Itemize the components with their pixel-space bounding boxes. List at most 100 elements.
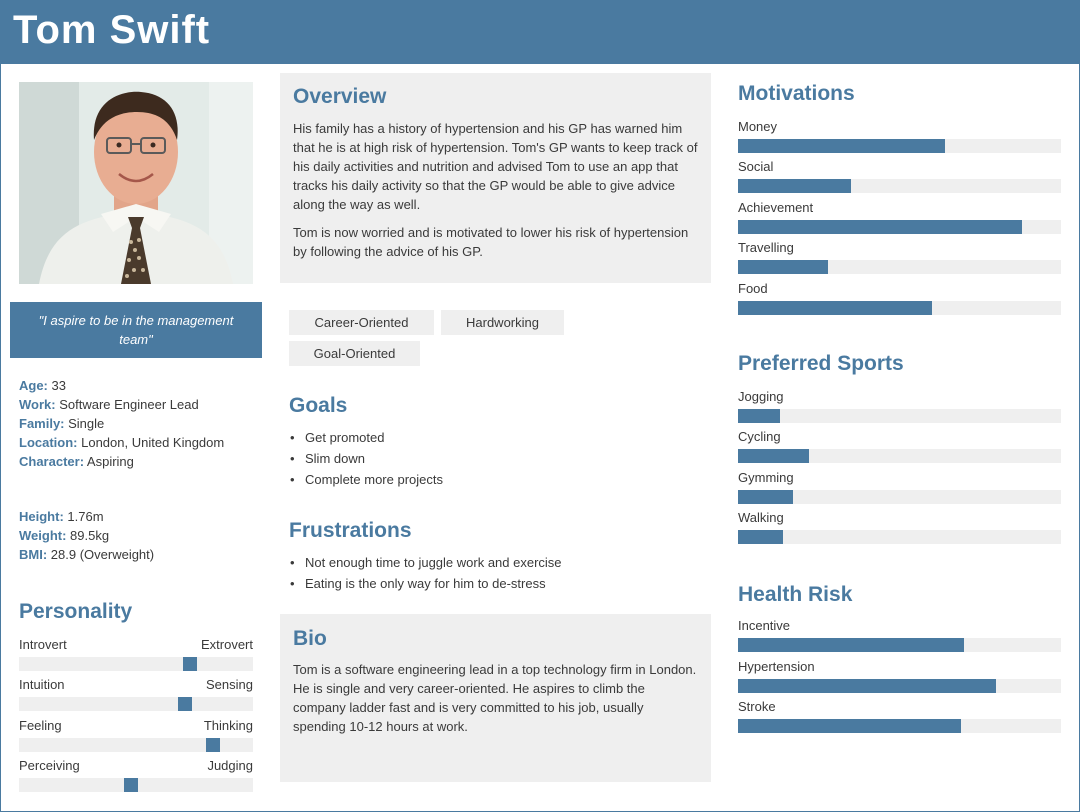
- header-banner: Tom Swift: [0, 0, 1080, 64]
- family-value: Single: [64, 416, 105, 431]
- bar-fill: [738, 260, 828, 274]
- personality-trait: Feeling Thinking: [19, 718, 253, 752]
- profile-age: Age: 33: [19, 376, 224, 395]
- body-stats: Height: 1.76m Weight: 89.5kg BMI: 28.9 (…: [19, 507, 154, 564]
- trait-right-label: Extrovert: [200, 637, 253, 652]
- bmi-value: 28.9 (Overweight): [47, 547, 155, 562]
- stat-height: Height: 1.76m: [19, 507, 154, 526]
- trait-left-label: Feeling: [19, 718, 62, 733]
- bio-title: Bio: [293, 627, 327, 650]
- weight-value: 89.5kg: [66, 528, 110, 543]
- trait-tag: Goal-Oriented: [289, 341, 420, 366]
- bar-label: Cycling: [738, 429, 781, 444]
- trait-marker: [206, 738, 220, 752]
- bar-label: Social: [738, 159, 774, 174]
- sport-bar: Jogging: [738, 389, 1061, 423]
- trait-track: [19, 697, 253, 711]
- trait-marker: [178, 697, 192, 711]
- persona-quote: "I aspire to be in the management team": [10, 302, 262, 358]
- bar-track: [738, 530, 1061, 544]
- trait-left-label: Perceiving: [19, 758, 80, 773]
- trait-track: [19, 657, 253, 671]
- sport-bar: Walking: [738, 510, 1061, 544]
- health-risk-title: Health Risk: [738, 583, 853, 606]
- profile-details: Age: 33 Work: Software Engineer Lead Fam…: [19, 376, 224, 471]
- bar-label: Gymming: [738, 470, 794, 485]
- trait-right-label: Judging: [207, 758, 253, 773]
- profile-character: Character: Aspiring: [19, 452, 224, 471]
- frustrations-title: Frustrations: [289, 519, 412, 542]
- persona-name: Tom Swift: [13, 8, 211, 52]
- location-label: Location:: [19, 435, 78, 450]
- height-value: 1.76m: [63, 509, 104, 524]
- character-value: Aspiring: [84, 454, 134, 469]
- goal-item: Slim down: [289, 448, 443, 469]
- age-label: Age:: [19, 378, 48, 393]
- bar-label: Achievement: [738, 200, 814, 215]
- personality-title: Personality: [19, 600, 133, 623]
- work-label: Work:: [19, 397, 56, 412]
- bar-fill: [738, 490, 793, 504]
- health-risk-bar: Stroke: [738, 699, 1061, 733]
- bar-label: Stroke: [738, 699, 776, 714]
- persona-photo: [19, 82, 253, 284]
- personality-trait: Introvert Extrovert: [19, 637, 253, 671]
- bar-fill: [738, 220, 1022, 234]
- profile-work: Work: Software Engineer Lead: [19, 395, 224, 414]
- weight-label: Weight:: [19, 528, 67, 543]
- sport-bar: Gymming: [738, 470, 1061, 504]
- trait-tag: Hardworking: [441, 310, 564, 335]
- bar-fill: [738, 409, 780, 423]
- trait-right-label: Sensing: [206, 677, 253, 692]
- overview-panel: Overview His family has a history of hyp…: [280, 73, 711, 283]
- trait-marker: [124, 778, 138, 792]
- profile-family: Family: Single: [19, 414, 224, 433]
- bar-fill: [738, 139, 945, 153]
- trait-marker: [183, 657, 197, 671]
- bar-label: Money: [738, 119, 778, 134]
- age-value: 33: [47, 378, 66, 393]
- frustrations-list: Not enough time to juggle work and exerc…: [289, 552, 562, 594]
- overview-title: Overview: [293, 85, 387, 108]
- trait-left-label: Introvert: [19, 637, 67, 652]
- bar-fill: [738, 679, 996, 693]
- personality-trait: Intuition Sensing: [19, 677, 253, 711]
- bio-panel: Bio Tom is a software engineering lead i…: [280, 614, 711, 782]
- health-risk-bar: Hypertension: [738, 659, 1061, 693]
- motivation-bar: Travelling: [738, 240, 1061, 274]
- stat-weight: Weight: 89.5kg: [19, 526, 154, 545]
- bmi-label: BMI:: [19, 547, 48, 562]
- bar-fill: [738, 638, 964, 652]
- motivation-bar: Food: [738, 281, 1061, 315]
- bio-text: Tom is a software engineering lead in a …: [293, 662, 697, 734]
- location-value: London, United Kingdom: [77, 435, 225, 450]
- motivation-bar: Social: [738, 159, 1061, 193]
- bar-label: Travelling: [738, 240, 794, 255]
- frustration-item: Not enough time to juggle work and exerc…: [289, 552, 562, 573]
- personality-trait: Perceiving Judging: [19, 758, 253, 792]
- sports-title: Preferred Sports: [738, 352, 904, 375]
- bar-fill: [738, 719, 961, 733]
- bar-fill: [738, 449, 809, 463]
- motivations-title: Motivations: [738, 82, 855, 105]
- motivation-bar: Money: [738, 119, 1061, 153]
- goals-list: Get promoted Slim down Complete more pro…: [289, 427, 443, 490]
- trait-left-label: Intuition: [19, 677, 65, 692]
- frustration-item: Eating is the only way for him to de-str…: [289, 573, 562, 594]
- profile-location: Location: London, United Kingdom: [19, 433, 224, 452]
- character-label: Character:: [19, 454, 85, 469]
- bar-label: Walking: [738, 510, 784, 525]
- overview-paragraph: Tom is now worried and is motivated to l…: [293, 225, 689, 259]
- height-label: Height:: [19, 509, 64, 524]
- family-label: Family:: [19, 416, 65, 431]
- goal-item: Complete more projects: [289, 469, 443, 490]
- bar-label: Incentive: [738, 618, 791, 633]
- work-value: Software Engineer Lead: [55, 397, 199, 412]
- bar-label: Food: [738, 281, 768, 296]
- bar-track: [738, 409, 1061, 423]
- bar-fill: [738, 179, 851, 193]
- goals-title: Goals: [289, 394, 348, 417]
- bar-fill: [738, 301, 932, 315]
- overview-paragraph: His family has a history of hypertension…: [293, 121, 698, 212]
- motivation-bar: Achievement: [738, 200, 1061, 234]
